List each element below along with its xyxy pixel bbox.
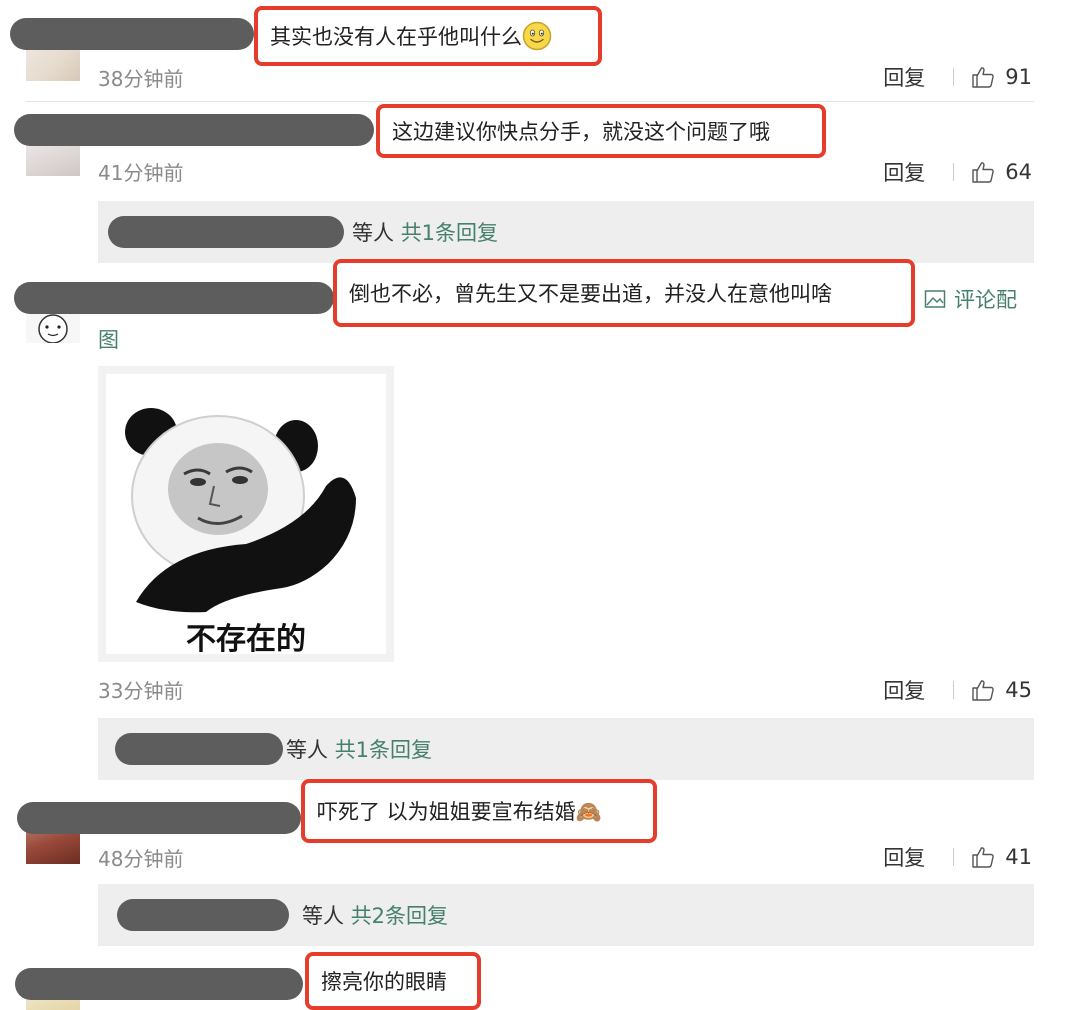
divider (953, 681, 955, 699)
redacted-username[interactable] (15, 968, 303, 1000)
reply-button[interactable]: 回复 (883, 62, 925, 92)
reply-button[interactable]: 回复 (883, 842, 925, 872)
reply-summary: 等人 共1条回复 (286, 734, 432, 764)
reply-summary-panel[interactable]: 等人 共1条回复 (98, 718, 1034, 780)
like-button[interactable]: 45 (971, 678, 1032, 702)
comment-actions: 回复 45 (883, 675, 1032, 705)
comment-text-box: 吓死了 以为姐姐要宣布结婚🙈 (301, 779, 657, 843)
reply-button[interactable]: 回复 (883, 675, 925, 705)
comment-text-box: 这边建议你快点分手，就没这个问题了哦 (376, 104, 826, 158)
view-replies-link[interactable]: 共1条回复 (335, 738, 432, 762)
thumbs-up-icon (972, 67, 994, 88)
reply-button[interactable]: 回复 (883, 157, 925, 187)
view-replies-link[interactable]: 共1条回复 (401, 221, 498, 245)
divider (953, 68, 955, 86)
thumbs-up-icon (972, 162, 994, 183)
smiley-face-icon (522, 21, 552, 51)
reply-summary: 等人 共1条回复 (352, 217, 498, 247)
like-count: 64 (1005, 160, 1032, 184)
comment-actions: 回复 64 (883, 157, 1032, 187)
comment-time: 38分钟前 (98, 67, 184, 91)
thumbs-up-icon (972, 680, 994, 701)
meme-image-canvas: 不存在的 (106, 374, 386, 657)
redacted-username[interactable] (117, 899, 289, 931)
reply-summary: 等人 共2条回复 (302, 900, 448, 930)
like-button[interactable]: 41 (971, 845, 1032, 869)
reply-suffix: 等人 (302, 904, 344, 928)
meme-caption: 不存在的 (186, 622, 306, 657)
like-count: 41 (1005, 845, 1032, 869)
thumbs-up-icon (972, 847, 994, 868)
comment-divider (26, 101, 1034, 102)
like-button[interactable]: 91 (971, 65, 1032, 89)
attachment-label-continued[interactable]: 图 (98, 324, 119, 354)
comment-text-box: 其实也没有人在乎他叫什么 (254, 6, 602, 66)
reply-suffix: 等人 (286, 738, 328, 762)
redacted-username[interactable] (14, 282, 334, 314)
view-comment-image-link[interactable]: 评论配 (924, 284, 1017, 314)
divider (953, 163, 955, 181)
reply-summary-panel[interactable]: 等人 共2条回复 (98, 884, 1034, 946)
comment-actions: 回复 41 (883, 842, 1032, 872)
redacted-username[interactable] (108, 216, 344, 248)
like-button[interactable]: 64 (971, 160, 1032, 184)
comment-text-box: 倒也不必，曾先生又不是要出道，并没人在意他叫啥 (333, 259, 915, 327)
comment-time: 33分钟前 (98, 679, 184, 703)
reply-summary-panel[interactable]: 等人 共1条回复 (98, 201, 1034, 263)
image-icon (924, 290, 946, 308)
comment-text: 其实也没有人在乎他叫什么 (270, 25, 522, 49)
comment-text: 这边建议你快点分手，就没这个问题了哦 (392, 120, 770, 144)
comment-text: 擦亮你的眼睛 (321, 970, 447, 994)
comment-text: 倒也不必，曾先生又不是要出道，并没人在意他叫啥 (349, 282, 832, 306)
redacted-username[interactable] (10, 18, 254, 50)
panda-meme-icon (125, 408, 356, 613)
comment-text: 吓死了 以为姐姐要宣布结婚🙈 (317, 800, 602, 824)
like-count: 45 (1005, 678, 1032, 702)
view-replies-link[interactable]: 共2条回复 (351, 904, 448, 928)
reply-suffix: 等人 (352, 221, 394, 245)
redacted-username[interactable] (14, 114, 374, 146)
like-count: 91 (1005, 65, 1032, 89)
comment-actions: 回复 91 (883, 62, 1032, 92)
meme-image[interactable]: 不存在的 (98, 366, 394, 662)
redacted-username[interactable] (17, 802, 301, 834)
divider (953, 848, 955, 866)
redacted-username[interactable] (115, 733, 283, 765)
comment-time: 48分钟前 (98, 847, 184, 871)
attachment-label: 评论配 (954, 288, 1017, 312)
comment-time: 41分钟前 (98, 161, 184, 185)
comment-text-box: 擦亮你的眼睛 (305, 952, 481, 1010)
